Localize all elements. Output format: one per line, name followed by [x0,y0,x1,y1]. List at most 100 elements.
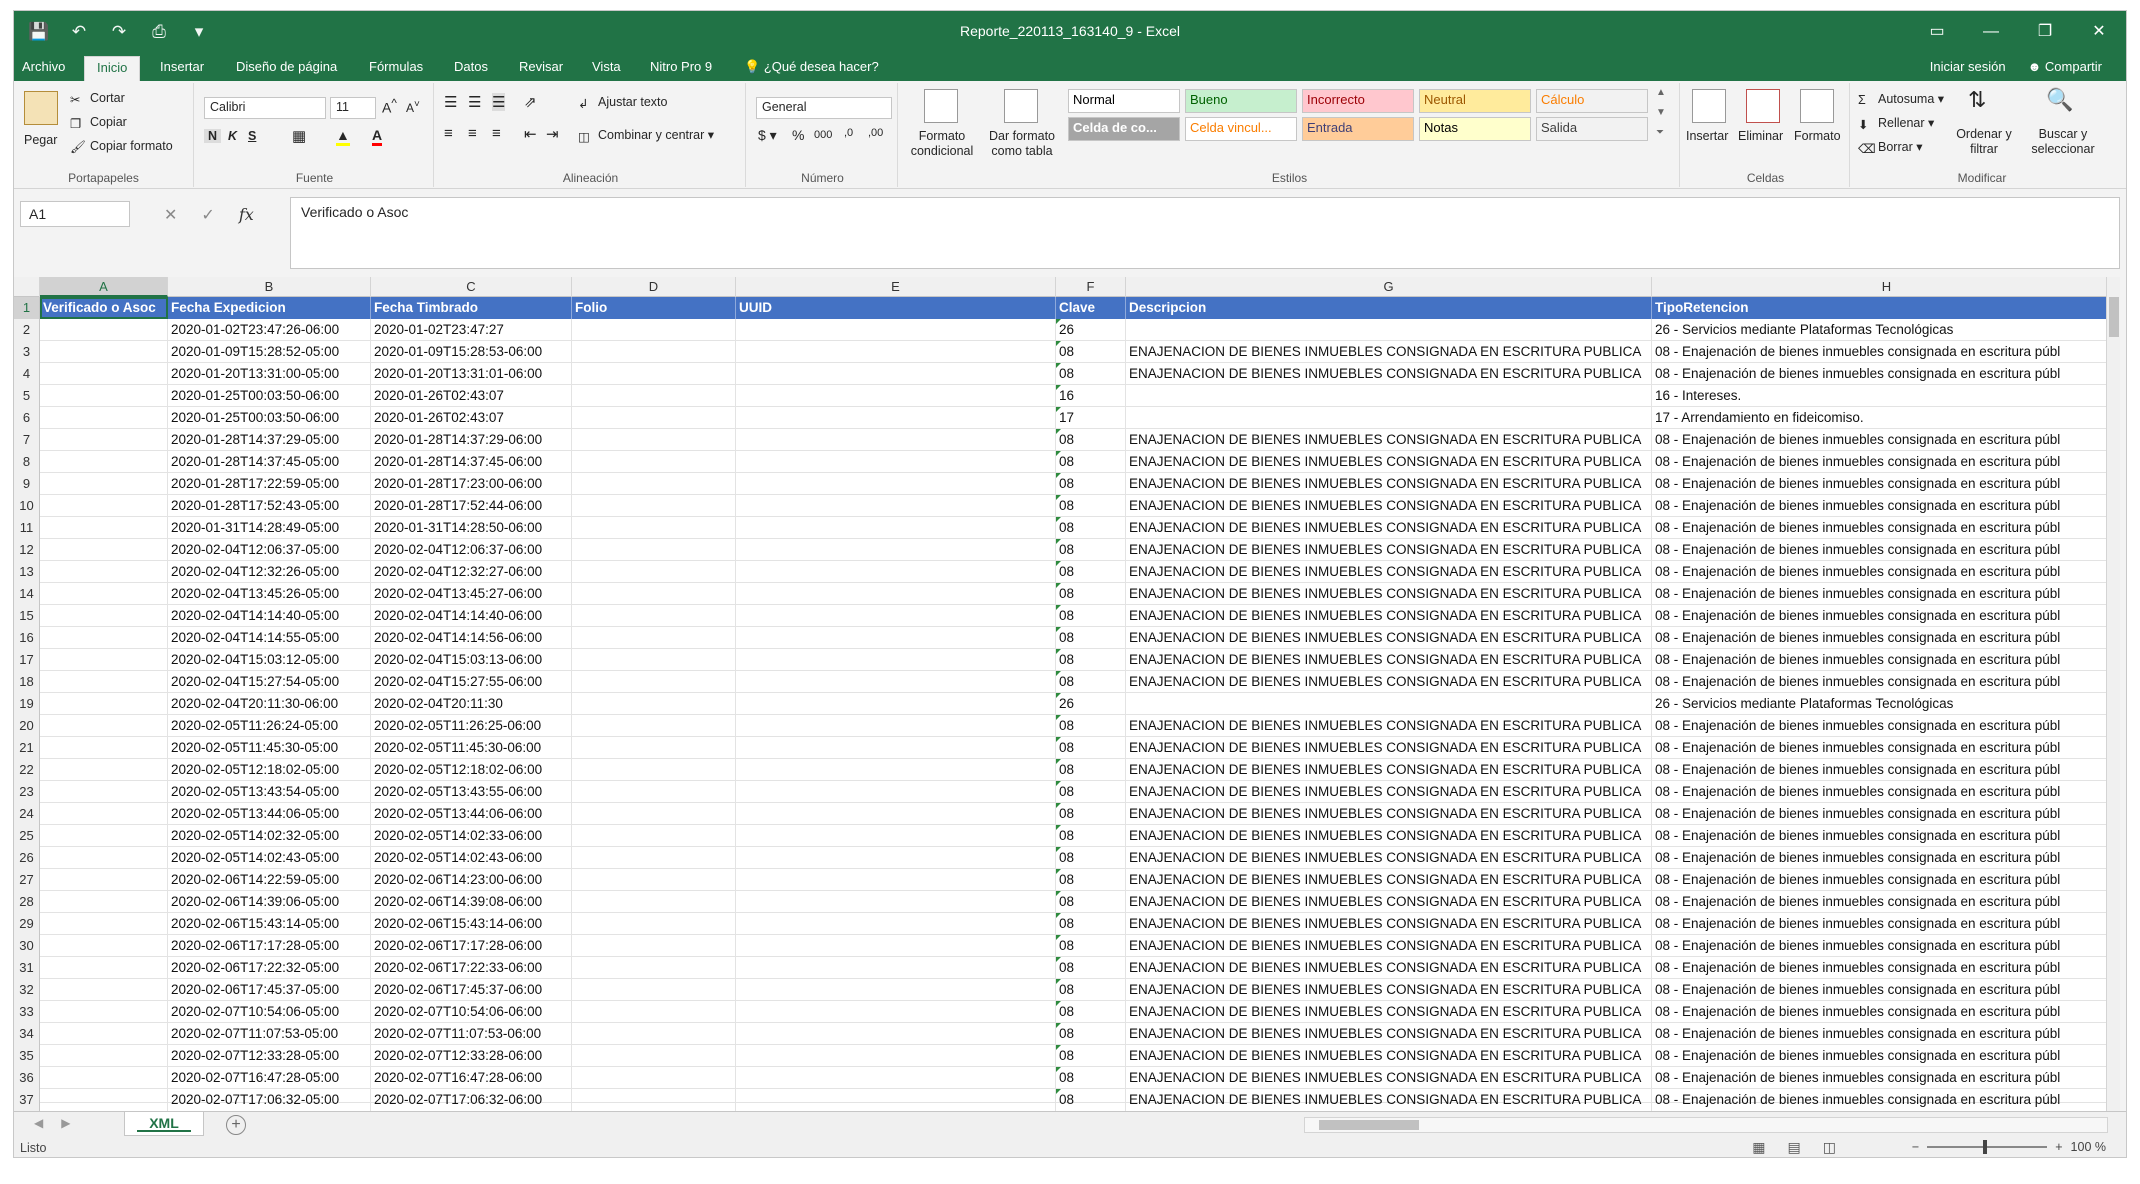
table-cell[interactable] [736,913,1056,935]
tab-datos[interactable]: Datos [454,59,488,74]
decrease-decimal-icon[interactable]: ,00 [868,127,883,139]
table-cell[interactable] [572,363,736,385]
table-cell[interactable] [572,979,736,1001]
table-cell[interactable]: 08 [1056,1001,1126,1023]
table-cell[interactable]: 2020-02-04T13:45:27-06:00 [371,583,572,605]
table-cell[interactable] [572,451,736,473]
table-cell[interactable] [572,407,736,429]
table-cell[interactable]: ENAJENACION DE BIENES INMUEBLES CONSIGNA… [1126,781,1652,803]
table-cell[interactable] [572,781,736,803]
table-cell[interactable] [572,627,736,649]
table-cell[interactable]: 08 - Enajenación de bienes inmuebles con… [1652,561,2108,583]
table-cell[interactable]: 2020-02-06T17:45:37-06:00 [371,979,572,1001]
conditional-format-icon[interactable] [924,89,958,123]
table-cell[interactable]: ENAJENACION DE BIENES INMUEBLES CONSIGNA… [1126,495,1652,517]
table-cell[interactable]: 08 - Enajenación de bienes inmuebles con… [1652,495,2108,517]
table-cell[interactable]: 16 - Intereses. [1652,385,2108,407]
gallery-scroll-down-icon[interactable]: ▼ [1656,107,1666,118]
column-header-g[interactable]: G [1126,277,1652,297]
table-cell[interactable]: ENAJENACION DE BIENES INMUEBLES CONSIGNA… [1126,561,1652,583]
table-cell[interactable]: 2020-02-06T14:39:06-05:00 [168,891,371,913]
table-cell[interactable] [572,517,736,539]
currency-icon[interactable]: $ ▾ [758,127,777,144]
table-cell[interactable]: 08 - Enajenación de bienes inmuebles con… [1652,627,2108,649]
font-color-icon[interactable]: A [372,127,383,146]
cell-style-option[interactable]: Entrada [1302,117,1414,141]
table-cell[interactable]: ENAJENACION DE BIENES INMUEBLES CONSIGNA… [1126,1001,1652,1023]
table-cell[interactable] [736,781,1056,803]
cell-style-option[interactable]: Incorrecto [1302,89,1414,113]
vertical-scroll-thumb[interactable] [2109,297,2119,337]
add-sheet-icon[interactable]: + [226,1115,246,1135]
row-header[interactable]: 1 [14,297,40,319]
table-cell[interactable]: 08 [1056,1067,1126,1089]
table-cell[interactable]: 2020-01-28T14:37:45-05:00 [168,451,371,473]
table-cell[interactable] [40,979,168,1001]
table-cell[interactable]: 2020-02-05T14:02:43-05:00 [168,847,371,869]
table-cell[interactable]: ENAJENACION DE BIENES INMUEBLES CONSIGNA… [1126,737,1652,759]
find-icon[interactable]: 🔍 [2046,87,2073,113]
table-cell[interactable]: 08 [1056,737,1126,759]
table-cell[interactable]: 08 [1056,473,1126,495]
cell-style-option[interactable]: Normal [1068,89,1180,113]
zoom-slider[interactable] [1927,1140,2048,1154]
table-cell[interactable]: 2020-02-05T11:26:24-05:00 [168,715,371,737]
table-cell[interactable]: 08 - Enajenación de bienes inmuebles con… [1652,583,2108,605]
table-cell[interactable]: 08 - Enajenación de bienes inmuebles con… [1652,539,2108,561]
row-header[interactable]: 36 [14,1067,40,1089]
row-header[interactable]: 31 [14,957,40,979]
table-cell[interactable]: 2020-02-04T20:11:30-06:00 [168,693,371,715]
cell-style-option[interactable]: Cálculo [1536,89,1648,113]
table-cell[interactable]: 17 [1056,407,1126,429]
row-header[interactable]: 21 [14,737,40,759]
delete-cells-icon[interactable] [1746,89,1780,123]
align-center-icon[interactable]: ≡ [468,125,477,142]
table-cell[interactable] [572,429,736,451]
table-cell[interactable] [40,1067,168,1089]
table-cell[interactable]: 2020-01-02T23:47:26-06:00 [168,319,371,341]
table-cell[interactable]: 2020-02-07T17:06:32-06:00 [371,1089,572,1111]
table-cell[interactable] [572,319,736,341]
horizontal-scroll-thumb[interactable] [1319,1120,1419,1130]
table-cell[interactable]: ENAJENACION DE BIENES INMUEBLES CONSIGNA… [1126,1045,1652,1067]
row-header[interactable]: 12 [14,539,40,561]
normal-view-icon[interactable]: ▦ [1752,1139,1765,1156]
table-cell[interactable]: 2020-02-04T12:32:27-06:00 [371,561,572,583]
table-cell[interactable] [40,451,168,473]
table-cell[interactable]: 2020-01-25T00:03:50-06:00 [168,385,371,407]
table-cell[interactable] [40,891,168,913]
cancel-icon[interactable]: ✕ [164,205,177,225]
horizontal-scrollbar[interactable] [1304,1117,2108,1133]
table-cell[interactable]: 2020-02-06T17:45:37-05:00 [168,979,371,1001]
tab-revisar[interactable]: Revisar [519,59,563,74]
table-cell[interactable]: 2020-01-02T23:47:27 [371,319,572,341]
table-cell[interactable]: 08 - Enajenación de bienes inmuebles con… [1652,913,2108,935]
table-cell[interactable] [736,473,1056,495]
table-cell[interactable]: 08 - Enajenación de bienes inmuebles con… [1652,341,2108,363]
table-cell[interactable]: 2020-02-06T14:22:59-05:00 [168,869,371,891]
table-cell[interactable]: ENAJENACION DE BIENES INMUEBLES CONSIGNA… [1126,649,1652,671]
table-cell[interactable]: 2020-01-26T02:43:07 [371,407,572,429]
table-cell[interactable]: 2020-02-07T16:47:28-06:00 [371,1067,572,1089]
font-size-select[interactable]: 11 [330,97,376,119]
table-cell[interactable] [572,649,736,671]
table-cell[interactable] [572,693,736,715]
table-cell[interactable] [40,737,168,759]
table-cell[interactable]: 2020-02-06T15:43:14-06:00 [371,913,572,935]
table-cell[interactable] [736,495,1056,517]
table-cell[interactable] [40,759,168,781]
underline-icon[interactable]: S [248,129,256,143]
row-header[interactable]: 24 [14,803,40,825]
table-cell[interactable]: 08 - Enajenación de bienes inmuebles con… [1652,891,2108,913]
column-title-a[interactable]: Verificado o Asoc [40,297,168,319]
column-header-f[interactable]: F [1056,277,1126,297]
table-cell[interactable]: 2020-02-05T13:43:55-06:00 [371,781,572,803]
table-cell[interactable]: 2020-01-28T17:23:00-06:00 [371,473,572,495]
table-cell[interactable]: ENAJENACION DE BIENES INMUEBLES CONSIGNA… [1126,979,1652,1001]
borders-icon[interactable]: ▦ [292,127,306,145]
table-cell[interactable] [736,561,1056,583]
table-cell[interactable] [736,715,1056,737]
table-cell[interactable] [572,847,736,869]
column-header-c[interactable]: C [371,277,572,297]
table-cell[interactable] [736,1023,1056,1045]
